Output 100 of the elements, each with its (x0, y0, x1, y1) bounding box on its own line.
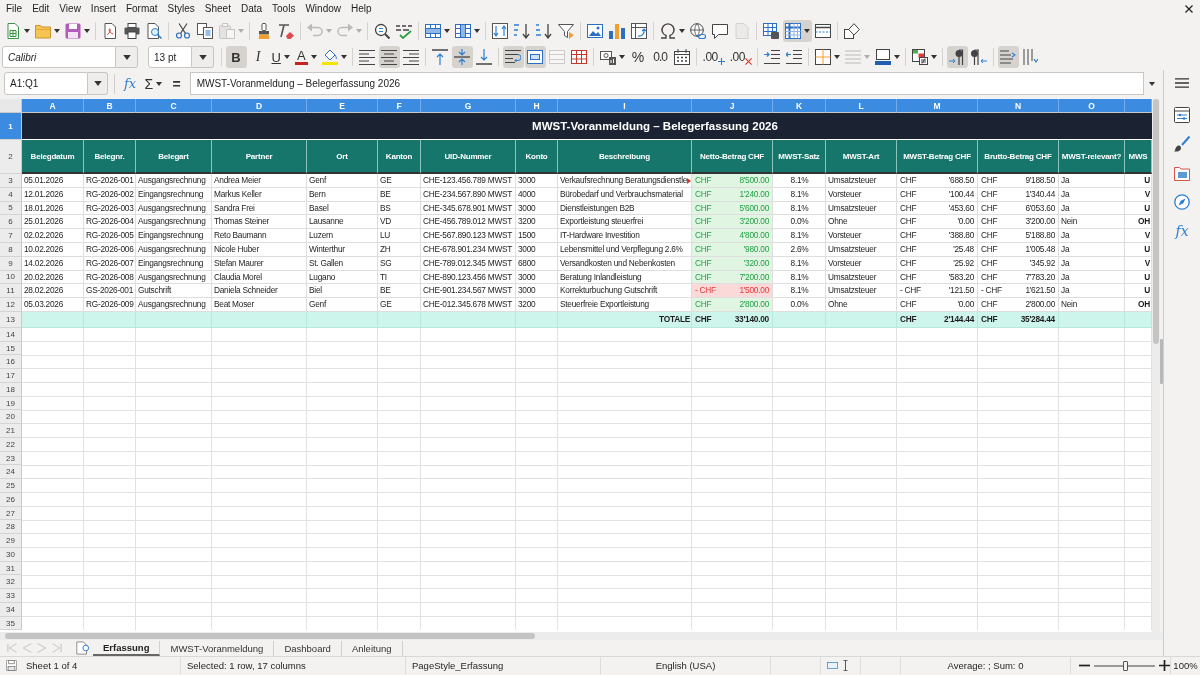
merge-center-button[interactable] (524, 46, 546, 68)
row-header[interactable]: 11 (0, 284, 22, 299)
dropdown-button[interactable] (192, 46, 214, 68)
align-middle-button[interactable] (451, 46, 473, 68)
scrollbar-thumb[interactable] (5, 633, 535, 639)
column-header[interactable]: L (826, 99, 897, 113)
column-header[interactable]: N (978, 99, 1059, 113)
menu-item[interactable]: View (54, 0, 86, 18)
name-box-field[interactable]: A1:Q1 (4, 72, 88, 95)
column-header[interactable]: A (22, 99, 84, 113)
font-name-field[interactable]: Calibri (2, 46, 116, 68)
zoom-percent-text[interactable]: 100% (1173, 660, 1198, 671)
menu-item[interactable]: Edit (27, 0, 55, 18)
row-header[interactable]: 1 (0, 113, 22, 140)
row-header[interactable]: 7 (0, 229, 22, 243)
right-to-left-button[interactable] (968, 46, 990, 68)
menu-item[interactable]: Insert (85, 0, 121, 18)
date-format-button[interactable] (671, 46, 693, 68)
freeze-button[interactable] (782, 20, 812, 42)
horizontal-scrollbar[interactable] (0, 632, 1163, 640)
row-header[interactable]: 3 (0, 174, 22, 188)
bold-button[interactable]: B (225, 46, 247, 68)
font-size-field[interactable]: 13 pt (148, 46, 192, 68)
menu-item[interactable]: Window (300, 0, 346, 18)
underline-button[interactable]: U (269, 46, 292, 68)
dropdown-button[interactable] (116, 46, 138, 68)
formula-input-field[interactable]: MWST-Voranmeldung – Belegerfassung 2026 (189, 72, 1144, 95)
font-color-button[interactable]: A (292, 46, 319, 68)
print-area-button[interactable] (760, 20, 782, 42)
column-header[interactable]: J (692, 99, 773, 113)
slider-thumb[interactable] (1122, 660, 1128, 671)
sidebar-handle[interactable] (1160, 339, 1163, 384)
row-header[interactable]: 6 (0, 215, 22, 230)
left-to-right-button[interactable] (946, 46, 968, 68)
row-header[interactable]: 2 (0, 140, 22, 174)
column-header[interactable]: M (897, 99, 978, 113)
copy-button[interactable] (194, 20, 216, 42)
vertical-scrollbar[interactable] (1152, 99, 1160, 632)
column-header[interactable]: I (558, 99, 692, 113)
hyperlink-button[interactable] (687, 20, 709, 42)
sum-button[interactable]: Σ (141, 72, 166, 95)
menu-item[interactable]: Sheet (199, 0, 236, 18)
row-header[interactable]: 17 (0, 369, 22, 383)
column-header[interactable]: K (773, 99, 826, 113)
row-header[interactable]: 28 (0, 520, 22, 535)
caret-icon (122, 54, 131, 60)
row-header[interactable]: 21 (0, 424, 22, 438)
function-wizard-button[interactable]: fx (119, 72, 141, 95)
row-header[interactable]: 20 (0, 410, 22, 425)
menu-item[interactable]: Help (346, 0, 377, 18)
sheet-tab[interactable]: Dashboard (274, 640, 342, 656)
row-header[interactable]: 16 (0, 355, 22, 370)
sheet-tab[interactable]: MWST-Voranmeldung (160, 640, 275, 656)
row-header[interactable]: 29 (0, 534, 22, 548)
align-bottom-button[interactable] (473, 46, 495, 68)
border-color-button[interactable] (872, 46, 902, 68)
column-header[interactable]: G (421, 99, 516, 113)
close-icon[interactable] (1185, 5, 1193, 13)
delete-decimal-button[interactable]: .00 (727, 46, 754, 68)
column-header[interactable]: H (516, 99, 558, 113)
formula-button[interactable]: = (166, 72, 188, 95)
scrollbar-thumb[interactable] (1153, 99, 1159, 344)
borders-button[interactable] (812, 46, 842, 68)
menu-item[interactable]: Tools (267, 0, 301, 18)
menu-item[interactable]: File (1, 0, 28, 18)
text-horizontal-button[interactable] (997, 46, 1019, 68)
draw-functions-button[interactable] (841, 20, 863, 42)
language-text[interactable]: English (USA) (655, 660, 716, 671)
column-header[interactable]: C (136, 99, 212, 113)
add-decimal-button[interactable]: .00 (700, 46, 727, 68)
sheet-tab[interactable]: Anleitung (341, 640, 403, 656)
add-sheet-button[interactable] (76, 641, 89, 655)
align-center-button[interactable] (378, 46, 400, 68)
row-header[interactable]: 25 (0, 479, 22, 493)
menu-item[interactable]: Format (120, 0, 163, 18)
wrap-text-button[interactable] (502, 46, 524, 68)
menu-item[interactable]: Styles (162, 0, 200, 18)
row-header[interactable]: 32 (0, 575, 22, 590)
column-header[interactable]: D (212, 99, 307, 113)
dropdown-button[interactable] (88, 72, 108, 95)
functions-button[interactable]: fx (1169, 220, 1195, 242)
sort-button[interactable] (489, 20, 511, 42)
column-header[interactable]: E (307, 99, 378, 113)
menu-item[interactable]: Data (235, 0, 268, 18)
row-header[interactable]: 24 (0, 465, 22, 480)
row-header[interactable]: 33 (0, 589, 22, 603)
conditional-format-button[interactable] (909, 46, 939, 68)
zoom-in-button[interactable] (1159, 660, 1170, 671)
pivot-table-button[interactable] (628, 20, 650, 42)
table-cell: VD (378, 215, 421, 230)
column-header[interactable]: O (1059, 99, 1125, 113)
percent-format-button[interactable]: % (627, 46, 649, 68)
row-header[interactable]: 12 (0, 298, 22, 312)
align-top-button[interactable] (429, 46, 451, 68)
table-cell: Beat Moser (212, 298, 307, 312)
number-format-button[interactable]: 0.0 (649, 46, 671, 68)
italic-button[interactable]: I (247, 46, 269, 68)
sheet-tab[interactable]: Erfassung (93, 640, 161, 656)
column-header[interactable]: F (378, 99, 421, 113)
column-header[interactable]: B (84, 99, 136, 113)
